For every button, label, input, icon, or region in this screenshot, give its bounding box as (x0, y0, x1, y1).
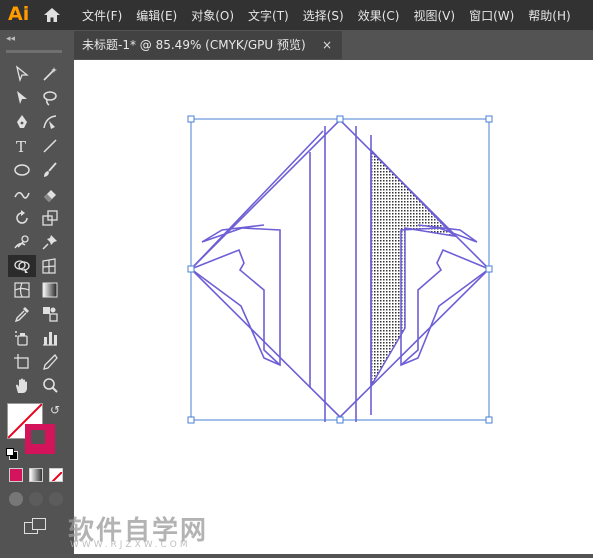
puppet-warp-tool-icon[interactable] (10, 231, 34, 253)
shape-builder-tool-icon[interactable] (8, 255, 36, 277)
tools-panel: ◂◂ T ↺ (0, 30, 74, 554)
collapse-panel-icon[interactable]: ◂◂ (6, 34, 15, 44)
mesh-tool-icon[interactable] (10, 279, 34, 301)
eyedropper-tool-icon[interactable] (10, 303, 34, 325)
menu-type[interactable]: 文字(T) (248, 7, 289, 24)
scale-tool-icon[interactable] (38, 207, 62, 229)
artboard-canvas[interactable] (74, 60, 593, 554)
menu-object[interactable]: 对象(O) (191, 7, 234, 24)
lasso-tool-icon[interactable] (38, 87, 62, 109)
artwork (187, 115, 493, 424)
stroke-swatch[interactable] (25, 424, 55, 454)
artboard-tool-icon[interactable] (10, 351, 34, 373)
draw-inside-icon[interactable] (49, 492, 63, 506)
draw-normal-icon[interactable] (9, 492, 23, 506)
pin-tool-icon[interactable] (38, 231, 62, 253)
menu-view[interactable]: 视图(V) (413, 7, 455, 24)
selection-tool-icon[interactable] (10, 63, 34, 85)
gradient-mode-button[interactable] (29, 468, 43, 482)
artwork-paths (189, 119, 491, 422)
eraser-tool-icon[interactable] (38, 183, 62, 205)
menu-select[interactable]: 选择(S) (303, 7, 344, 24)
pen-tool-icon[interactable] (10, 111, 34, 133)
home-icon[interactable] (42, 5, 62, 25)
watermark-url: WWW.RJZXW.COM (70, 540, 191, 550)
none-mode-button[interactable] (49, 468, 63, 482)
column-graph-tool-icon[interactable] (38, 327, 62, 349)
shaper-tool-icon[interactable] (10, 183, 34, 205)
type-tool-icon[interactable]: T (10, 135, 34, 157)
magic-wand-tool-icon[interactable] (38, 63, 62, 85)
screen-mode-icon[interactable] (24, 518, 46, 534)
menu-effect[interactable]: 效果(C) (358, 7, 400, 24)
panel-drag-handle[interactable] (6, 50, 62, 53)
hand-tool-icon[interactable] (10, 375, 34, 397)
selection-bounding-box[interactable] (190, 118, 490, 421)
paintbrush-tool-icon[interactable] (38, 159, 62, 181)
color-mode-button[interactable] (9, 468, 23, 482)
rotate-tool-icon[interactable] (10, 207, 34, 229)
line-segment-tool-icon[interactable] (38, 135, 62, 157)
gradient-tool-icon[interactable] (38, 279, 62, 301)
main-menu: 文件(F) 编辑(E) 对象(O) 文字(T) 选择(S) 效果(C) 视图(V… (82, 0, 585, 30)
zoom-tool-icon[interactable] (38, 375, 62, 397)
slice-tool-icon[interactable] (38, 351, 62, 373)
document-tab-title: 未标题-1* @ 85.49% (CMYK/GPU 预览) (82, 38, 306, 52)
symbol-sprayer-tool-icon[interactable] (10, 327, 34, 349)
menu-help[interactable]: 帮助(H) (528, 7, 570, 24)
app-logo: Ai (8, 3, 30, 25)
default-fill-stroke-icon[interactable] (6, 448, 18, 460)
none-slash (51, 471, 62, 481)
ellipse-tool-icon[interactable] (10, 159, 34, 181)
bounding-box-handles[interactable] (187, 115, 493, 424)
direct-selection-tool-icon[interactable] (10, 87, 34, 109)
close-tab-icon[interactable]: × (322, 31, 332, 59)
menu-bar: Ai 文件(F) 编辑(E) 对象(O) 文字(T) 选择(S) 效果(C) 视… (0, 0, 593, 30)
svg-text:T: T (16, 138, 26, 155)
dotted-fill-shape (370, 148, 457, 389)
perspective-grid-tool-icon[interactable] (38, 255, 62, 277)
document-tab[interactable]: 未标题-1* @ 85.49% (CMYK/GPU 预览) × (74, 31, 342, 59)
draw-behind-icon[interactable] (29, 492, 43, 506)
menu-edit[interactable]: 编辑(E) (136, 7, 177, 24)
menu-file[interactable]: 文件(F) (82, 7, 122, 24)
blend-tool-icon[interactable] (38, 303, 62, 325)
swap-fill-stroke-icon[interactable]: ↺ (50, 403, 60, 417)
menu-window[interactable]: 窗口(W) (469, 7, 514, 24)
curvature-tool-icon[interactable] (38, 111, 62, 133)
